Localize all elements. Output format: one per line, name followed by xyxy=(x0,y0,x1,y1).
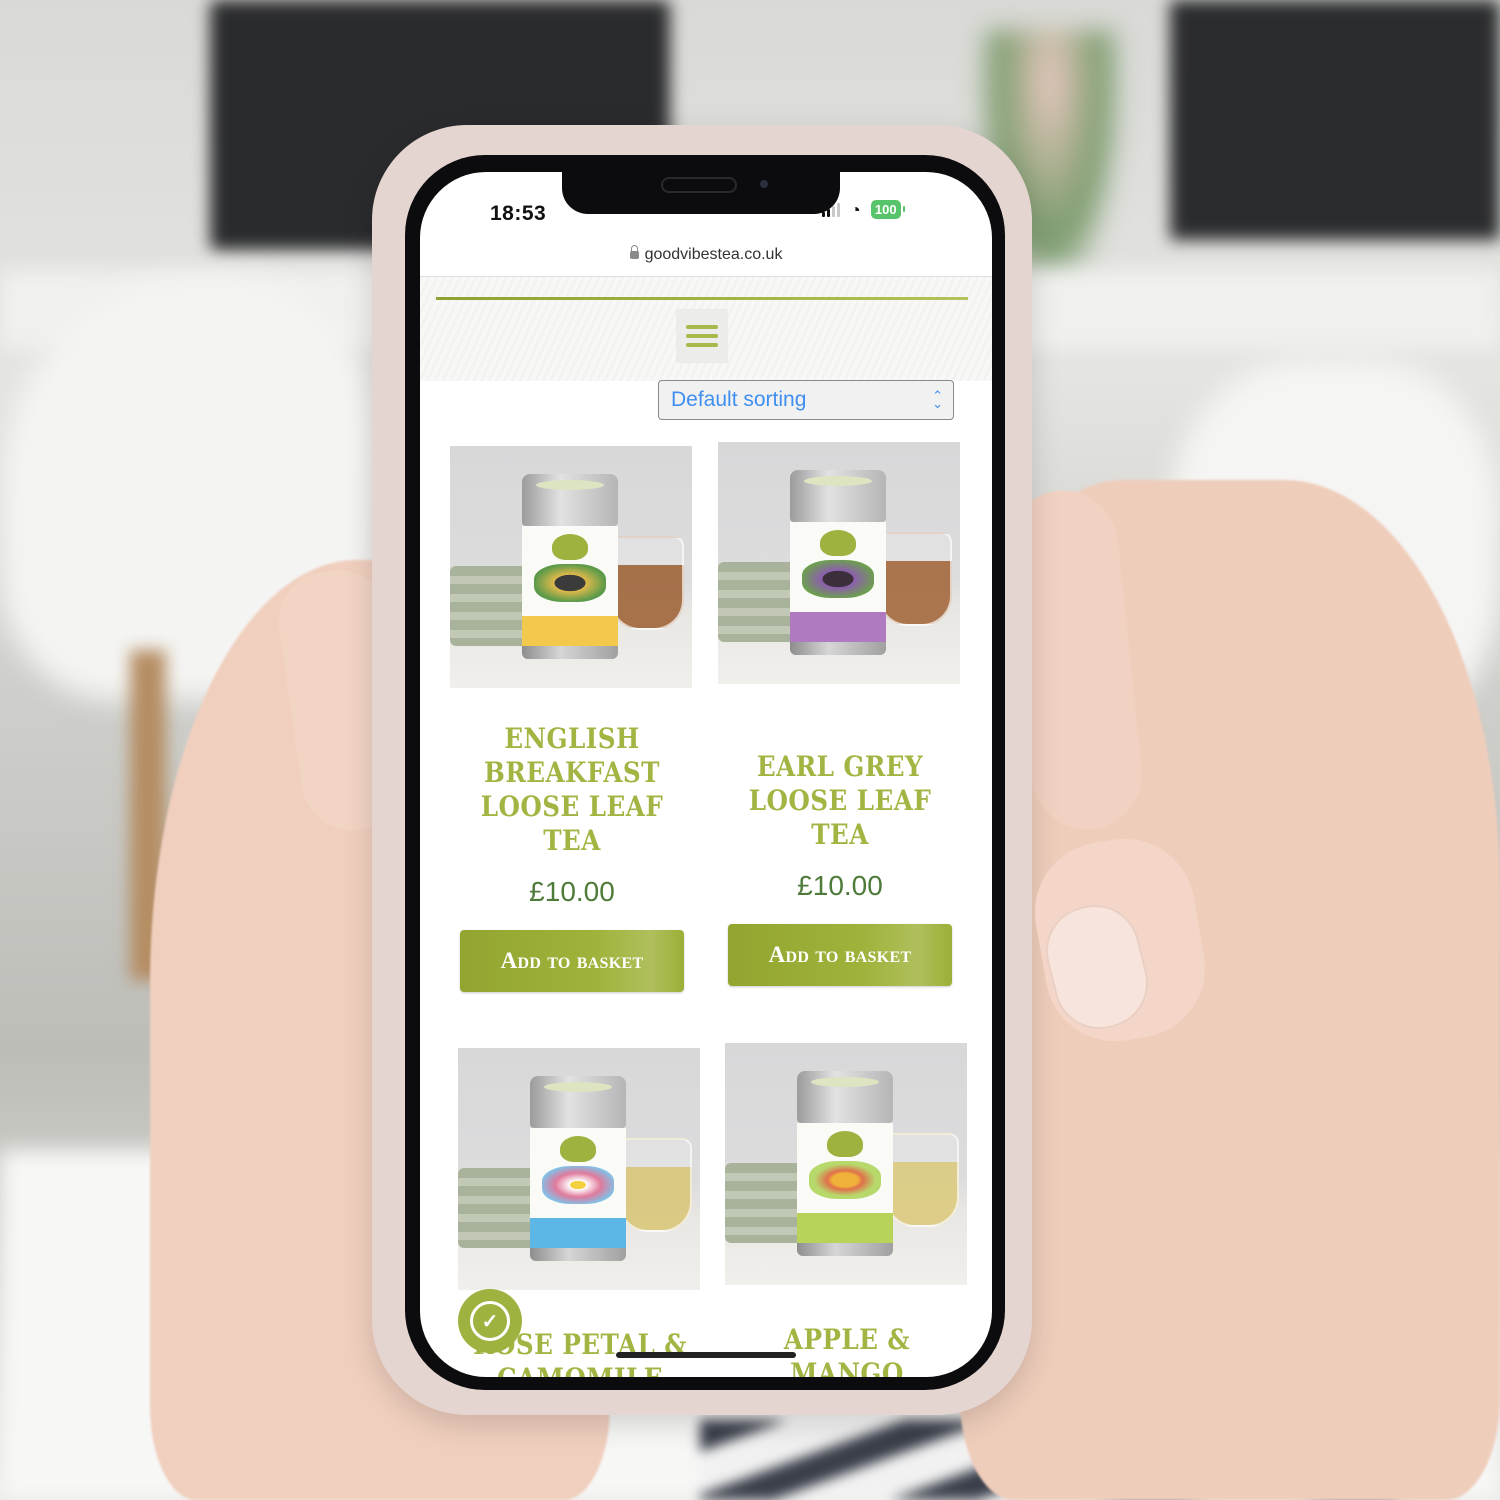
battery-indicator: 100 xyxy=(870,200,905,219)
product-card: Apple & Mango Green xyxy=(725,1043,969,1377)
cookie-consent-icon: ✓ xyxy=(470,1301,510,1341)
product-card: Earl Grey Loose Leaf Tea £10.00 Add to b… xyxy=(718,442,962,986)
home-indicator[interactable] xyxy=(616,1352,796,1358)
sort-selected-value: Default sorting xyxy=(671,388,807,411)
header-rule xyxy=(436,297,968,300)
select-arrows-icon: ⌃ ⌄ xyxy=(932,388,943,411)
product-price: £10.00 xyxy=(797,870,883,901)
status-time: 18:53 xyxy=(490,202,547,225)
add-to-basket-button[interactable]: Add to basket xyxy=(460,930,684,992)
background-monitor xyxy=(1170,0,1500,240)
address-bar[interactable]: goodvibestea.co.uk xyxy=(420,244,992,264)
product-price: £10.00 xyxy=(529,876,615,907)
product-card: English Breakfast Loose Leaf Tea £10.00 … xyxy=(450,446,694,992)
cookie-consent-button[interactable]: ✓ xyxy=(458,1289,522,1353)
speaker-grille xyxy=(661,177,737,193)
product-title[interactable]: Apple & Mango Green xyxy=(740,1323,955,1377)
phone-notch xyxy=(562,172,840,214)
url-text: goodvibestea.co.uk xyxy=(644,246,783,263)
front-camera xyxy=(760,180,768,188)
add-to-basket-button[interactable]: Add to basket xyxy=(728,924,952,986)
site-header xyxy=(420,277,992,381)
sort-select[interactable]: Default sorting ⌃ ⌄ xyxy=(658,380,954,420)
product-image[interactable] xyxy=(718,442,960,684)
lock-icon xyxy=(629,244,639,259)
phone-screen: 18:53 ◔ 100 goodvibestea.co.uk Default s… xyxy=(420,172,992,1377)
product-image[interactable] xyxy=(725,1043,967,1285)
hamburger-menu-icon[interactable] xyxy=(676,309,728,363)
product-title[interactable]: English Breakfast Loose Leaf Tea xyxy=(465,722,680,858)
product-image[interactable] xyxy=(458,1048,700,1290)
product-title[interactable]: Earl Grey Loose Leaf Tea xyxy=(733,750,948,852)
product-image[interactable] xyxy=(450,446,692,688)
wifi-icon: ◔ xyxy=(850,199,861,220)
